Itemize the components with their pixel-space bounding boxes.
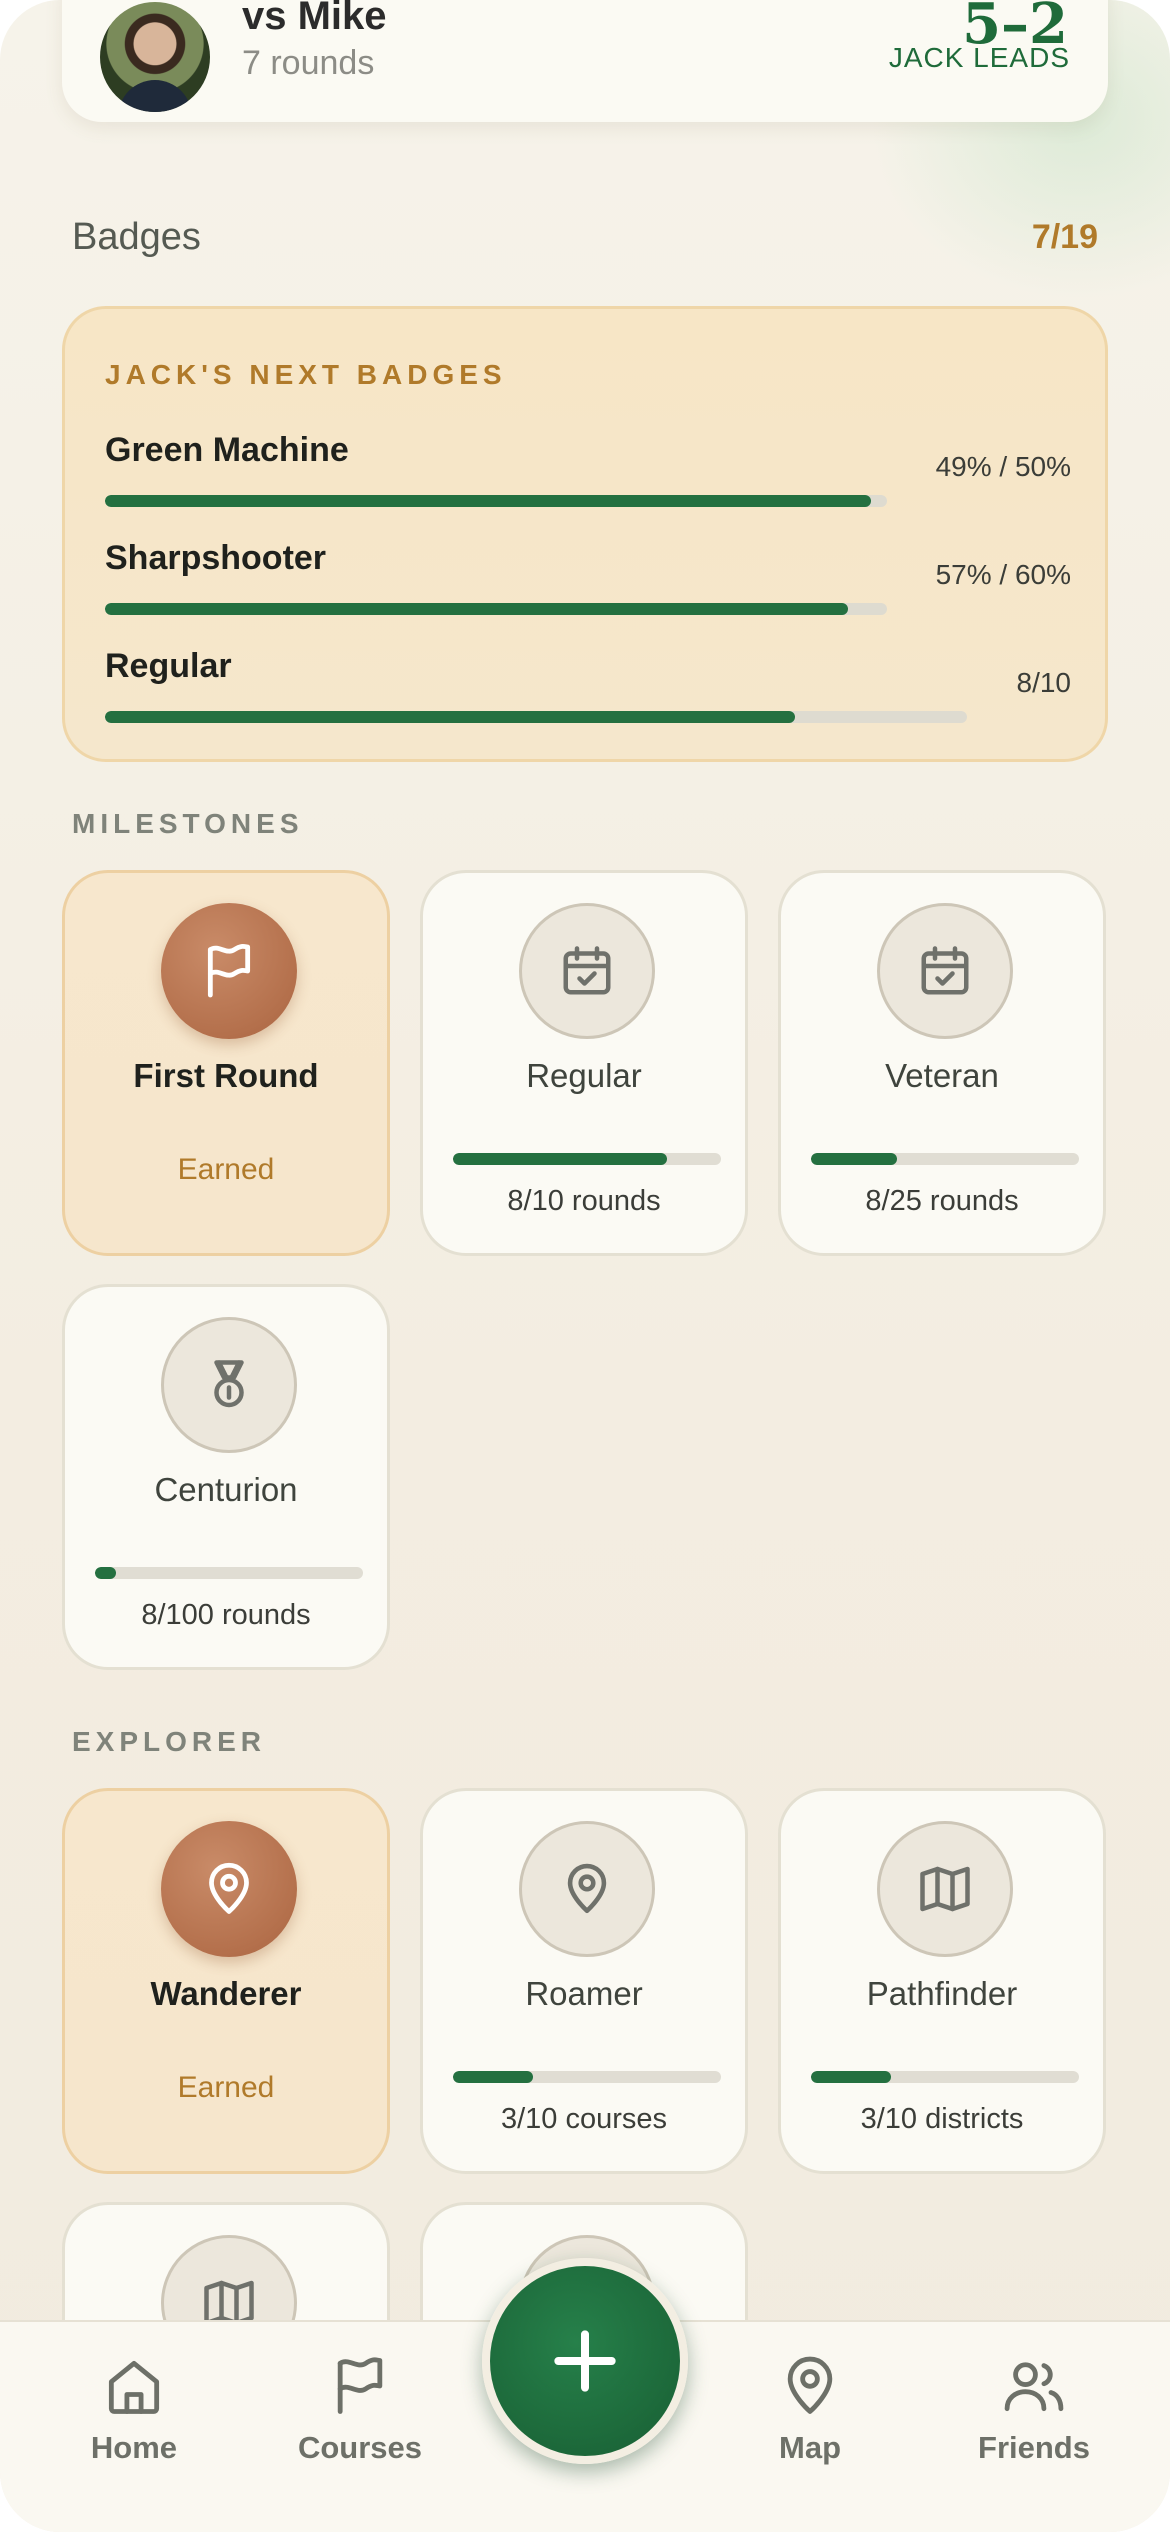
flag-icon [161, 903, 297, 1039]
badge-progress-fill [453, 1153, 668, 1165]
map-icon [877, 1821, 1013, 1957]
badge-tile-regular[interactable]: Regular 8/10 rounds [420, 870, 748, 1256]
next-badge-value: 8/10 [1016, 667, 1072, 698]
badge-progress-fill [453, 2071, 534, 2083]
map-pin-icon [787, 2356, 833, 2414]
nav-label: Home [90, 2430, 178, 2465]
next-badges-card: JACK'S NEXT BADGES Green Machine 49% / 5… [62, 306, 1108, 762]
badge-name: Centurion [154, 1471, 298, 1508]
rivalry-card[interactable]: vs Mike 7 rounds 5–2 JACK LEADS [62, 0, 1108, 122]
next-badge-row: Regular 8/10 [105, 647, 1071, 747]
badge-progress-text: 3/10 districts [860, 2103, 1024, 2135]
badge-earned-status: Earned [177, 2071, 275, 2104]
rivalry-status: JACK LEADS [888, 42, 1070, 73]
next-badge-progress-track [105, 495, 887, 507]
next-badge-row: Green Machine 49% / 50% [105, 431, 1071, 531]
badge-progress-fill [811, 2071, 892, 2083]
badge-tile-centurion[interactable]: Centurion 8/100 rounds [62, 1284, 390, 1670]
nav-label: Courses [297, 2430, 423, 2465]
screen: vs Mike 7 rounds 5–2 JACK LEADS Badges 7… [0, 0, 1170, 2532]
rivalry-rounds: 7 rounds [242, 44, 375, 82]
next-badge-progress-track [105, 711, 967, 723]
nav-label: Map [779, 2430, 841, 2465]
badge-name: Veteran [885, 1057, 999, 1094]
map-pin-icon [161, 1821, 297, 1957]
rivalry-opponent: vs Mike [242, 0, 387, 38]
badge-tile-veteran[interactable]: Veteran 8/25 rounds [778, 870, 1106, 1256]
badge-progress-text: 3/10 courses [500, 2103, 668, 2135]
next-badge-progress-fill [105, 711, 795, 723]
badge-progress-text: 8/100 rounds [141, 1599, 311, 1631]
badges-count: 7/19 [1031, 218, 1098, 256]
badge-progress-track [453, 2071, 721, 2083]
next-badge-name: Sharpshooter [105, 539, 327, 577]
badge-progress-text: 8/10 rounds [507, 1185, 661, 1217]
nav-home[interactable]: Home [34, 2352, 234, 2466]
next-badge-name: Green Machine [105, 431, 349, 469]
badge-name: Regular [526, 1057, 642, 1094]
badge-progress-track [811, 1153, 1079, 1165]
badge-progress-track [95, 1567, 363, 1579]
badge-progress-fill [811, 1153, 897, 1165]
badge-earned-status: Earned [177, 1153, 275, 1186]
badge-progress-fill [95, 1567, 117, 1579]
nav-label: Friends [978, 2430, 1090, 2465]
nav-courses[interactable]: Courses [260, 2352, 460, 2466]
badge-tile-roamer[interactable]: Roamer 3/10 courses [420, 1788, 748, 2174]
badge-progress-track [453, 1153, 721, 1165]
users-icon [1004, 2362, 1064, 2412]
badge-name: Roamer [525, 1975, 643, 2012]
badge-progress-track [811, 2071, 1079, 2083]
badge-progress-text: 8/25 rounds [865, 1185, 1019, 1217]
calendar-check-icon [519, 903, 655, 1039]
explorer-label: EXPLORER [72, 1726, 267, 1757]
next-badge-value: 57% / 60% [935, 559, 1071, 590]
map-pin-icon [519, 1821, 655, 1957]
next-badges-title: JACK'S NEXT BADGES [105, 359, 507, 390]
nav-friends[interactable]: Friends [934, 2352, 1134, 2466]
next-badge-progress-fill [105, 495, 872, 507]
medal-icon [161, 1317, 297, 1453]
next-badge-progress-track [105, 603, 887, 615]
next-badge-progress-fill [105, 603, 848, 615]
badge-tile-first-round[interactable]: First Round Earned [62, 870, 390, 1256]
home-icon [108, 2360, 160, 2414]
badge-name: Pathfinder [866, 1975, 1018, 2012]
badge-tile-pathfinder[interactable]: Pathfinder 3/10 districts [778, 1788, 1106, 2174]
opponent-avatar [100, 2, 210, 112]
next-badge-name: Regular [105, 647, 232, 685]
nav-map[interactable]: Map [710, 2352, 910, 2466]
add-round-button[interactable] [482, 2258, 688, 2464]
flag-icon [337, 2357, 383, 2414]
badge-name: First Round [133, 1057, 319, 1094]
next-badge-value: 49% / 50% [935, 451, 1071, 482]
badge-name: Wanderer [150, 1975, 302, 2012]
next-badge-row: Sharpshooter 57% / 60% [105, 539, 1071, 639]
badge-tile-wanderer[interactable]: Wanderer Earned [62, 1788, 390, 2174]
milestones-label: MILESTONES [72, 808, 304, 839]
plus-icon [554, 2330, 616, 2392]
calendar-check-icon [877, 903, 1013, 1039]
badges-heading: Badges [72, 216, 201, 258]
